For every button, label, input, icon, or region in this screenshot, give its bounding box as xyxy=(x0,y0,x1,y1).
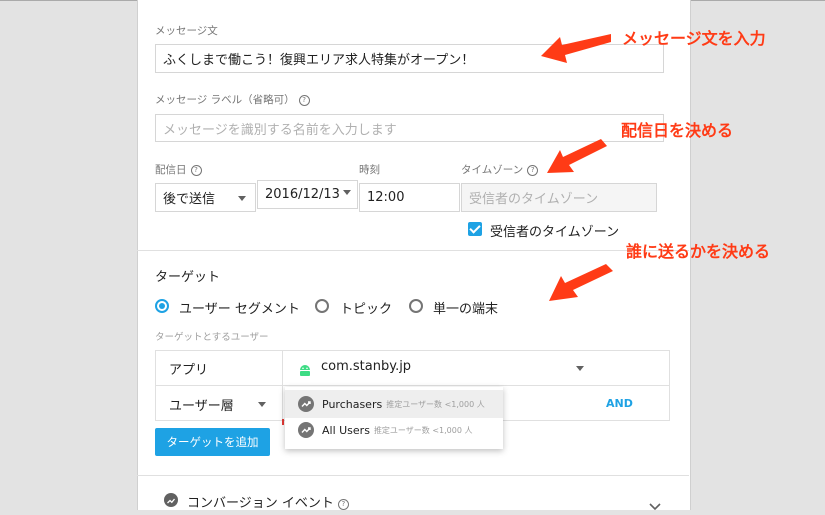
annotation-arrow xyxy=(541,34,611,63)
annotation-arrow xyxy=(547,139,607,173)
annotation-arrow xyxy=(549,264,613,301)
annotation-arrows xyxy=(541,34,613,301)
